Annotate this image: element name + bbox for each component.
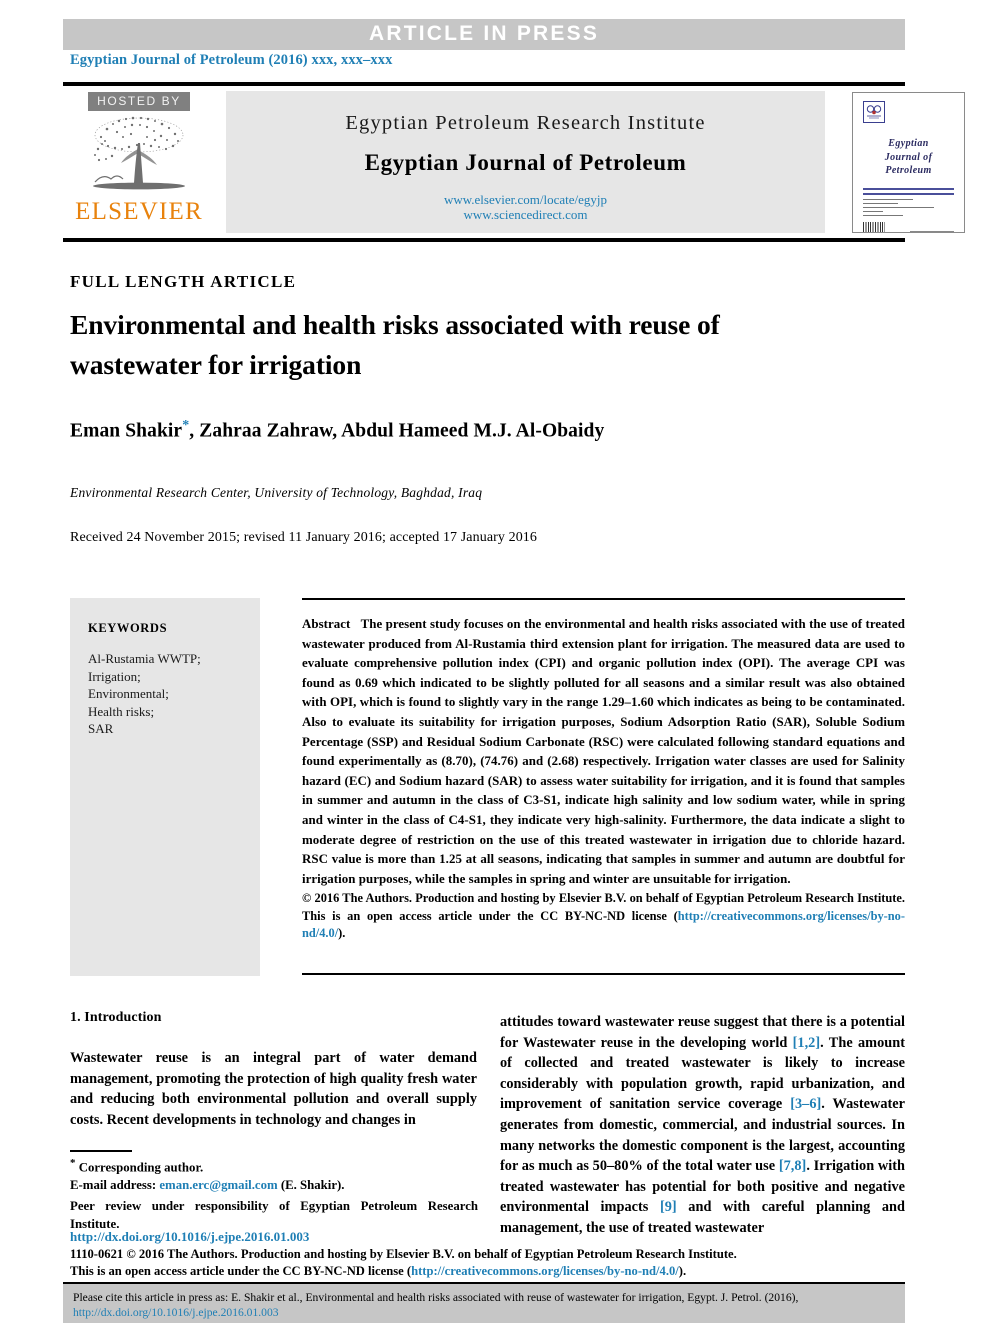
email-label: E-mail address: <box>70 1177 160 1192</box>
license-link[interactable]: http://creativecommons.org/licenses/by-n… <box>411 1264 679 1278</box>
footnote-asterisk-icon: * <box>70 1157 76 1169</box>
reference-link-7-8[interactable]: [7,8] <box>779 1158 807 1174</box>
intro-paragraph-right: attitudes toward wastewater reuse sugges… <box>500 1012 905 1239</box>
keyword-item: Environmental; <box>88 686 169 701</box>
elsevier-wordmark: ELSEVIER <box>75 198 203 225</box>
author-email-link[interactable]: eman.erc@gmail.com <box>159 1178 277 1192</box>
reference-link-9[interactable]: [9] <box>660 1199 677 1215</box>
keyword-item: SAR <box>88 721 114 736</box>
reference-link-3-6[interactable]: [3–6] <box>790 1096 821 1112</box>
keywords-heading: KEYWORDS <box>88 621 168 635</box>
journal-name: Egyptian Journal of Petroleum <box>364 150 687 175</box>
section-heading-introduction: 1. Introduction <box>70 1010 162 1025</box>
email-note: E-mail address: eman.erc@gmail.com (E. S… <box>70 1177 478 1195</box>
institute-name: Egyptian Petroleum Research Institute <box>345 112 706 134</box>
keyword-item: Health risks; <box>88 703 155 719</box>
cite-doi-link[interactable]: http://dx.doi.org/10.1016/j.ejpe.2016.01… <box>73 1306 279 1319</box>
license-pre: This is an open access article under the… <box>70 1263 412 1278</box>
body-column-left: 1. Introduction Wastewater reuse is an i… <box>70 1010 477 1130</box>
issn-copyright-block: 1110-0621 © 2016 The Authors. Production… <box>70 1246 905 1279</box>
article-in-press-banner: ARTICLE IN PRESS <box>63 19 905 50</box>
authors-rest: , Zahraa Zahraw, Abdul Hameed M.J. Al-Ob… <box>189 420 605 442</box>
sciencedirect-url[interactable]: www.sciencedirect.com <box>226 207 825 222</box>
article-type-label: FULL LENGTH ARTICLE <box>70 272 297 291</box>
keywords-panel: KEYWORDS Al-Rustamia WWTP; Irrigation; E… <box>70 598 260 976</box>
cover-journal-title: Egyptian Journal of Petroleum <box>853 137 964 178</box>
received-dates: Received 24 November 2015; revised 11 Ja… <box>70 530 537 545</box>
license-line: This is an open access article under the… <box>70 1263 905 1280</box>
journal-article-page: ARTICLE IN PRESS Egyptian Journal of Pet… <box>0 0 992 1323</box>
keyword-item: Al-Rustamia WWTP; <box>88 651 201 666</box>
keywords-list: Al-Rustamia WWTP; Irrigation; Environmen… <box>70 636 260 738</box>
corresponding-author-note: * Corresponding author. <box>70 1155 478 1177</box>
abstract-body: The present study focuses on the environ… <box>302 617 905 886</box>
body-column-right: attitudes toward wastewater reuse sugges… <box>500 1012 905 1239</box>
keyword-item: Irrigation; <box>88 668 141 684</box>
abstract-text: Abstract The present study focuses on th… <box>302 615 905 889</box>
corresponding-author-text: Corresponding author. <box>78 1160 204 1175</box>
sciencedirect-mark <box>910 231 954 232</box>
intro-paragraph-left: Wastewater reuse is an integral part of … <box>70 1050 477 1128</box>
copyright-suffix: ). <box>338 926 346 941</box>
barcode-icon <box>863 222 885 232</box>
journal-citation-line: Egyptian Journal of Petroleum (2016) xxx… <box>70 52 393 68</box>
cite-text: Please cite this article in press as: E.… <box>63 1284 905 1320</box>
epri-seal-icon <box>863 101 885 123</box>
cite-pre: Please cite this article in press as: E.… <box>73 1291 799 1304</box>
cite-this-article-bar: Please cite this article in press as: E.… <box>63 1282 905 1323</box>
page-title: Environmental and health risks associate… <box>70 309 720 380</box>
abstract-copyright: © 2016 The Authors. Production and hosti… <box>302 890 905 943</box>
reference-link-1-2[interactable]: [1,2] <box>793 1035 821 1051</box>
cover-title-line-2: Journal of <box>884 151 933 163</box>
affiliation: Environmental Research Center, Universit… <box>70 485 483 500</box>
journal-urls: www.elsevier.com/locate/egyjp www.scienc… <box>226 192 825 222</box>
abstract-label: Abstract <box>302 617 351 631</box>
author-list: Eman Shakir*, Zahraa Zahraw, Abdul Hamee… <box>70 418 900 443</box>
author-first: Eman Shakir <box>70 420 183 442</box>
cover-placeholder-text <box>863 198 954 216</box>
issn-line: 1110-0621 © 2016 The Authors. Production… <box>70 1247 737 1261</box>
cover-title-line-3: Petroleum <box>885 165 932 176</box>
abstract-top-rule <box>302 598 905 600</box>
doi-link[interactable]: http://dx.doi.org/10.1016/j.ejpe.2016.01… <box>70 1229 309 1245</box>
hosted-by-badge: HOSTED BY <box>88 92 190 111</box>
masthead-bottom-rule <box>63 238 905 242</box>
abstract-block: Abstract The present study focuses on th… <box>302 598 905 943</box>
masthead: HOSTED BY ELSEVIER Egyptian Petroleum Re… <box>63 82 965 242</box>
footnotes-block: * Corresponding author. E-mail address: … <box>70 1155 478 1233</box>
journal-title-panel: Egyptian Petroleum Research Institute Eg… <box>226 91 825 233</box>
article-in-press-label: ARTICLE IN PRESS <box>368 22 600 45</box>
cover-rule-bars <box>853 187 964 195</box>
cover-title-line-1: Egyptian <box>888 138 929 149</box>
abstract-bottom-rule <box>302 973 905 975</box>
email-suffix: (E. Shakir). <box>277 1177 345 1192</box>
license-post: ). <box>678 1263 687 1278</box>
journal-cover-thumbnail: Egyptian Journal of Petroleum <box>852 92 965 233</box>
footnote-rule <box>70 1150 132 1152</box>
elsevier-locate-url[interactable]: www.elsevier.com/locate/egyjp <box>226 192 825 207</box>
cover-footer <box>863 222 954 232</box>
masthead-top-rule <box>63 82 905 86</box>
elsevier-logo-block: HOSTED BY ELSEVIER <box>69 90 209 234</box>
elsevier-tree-icon <box>93 116 185 190</box>
